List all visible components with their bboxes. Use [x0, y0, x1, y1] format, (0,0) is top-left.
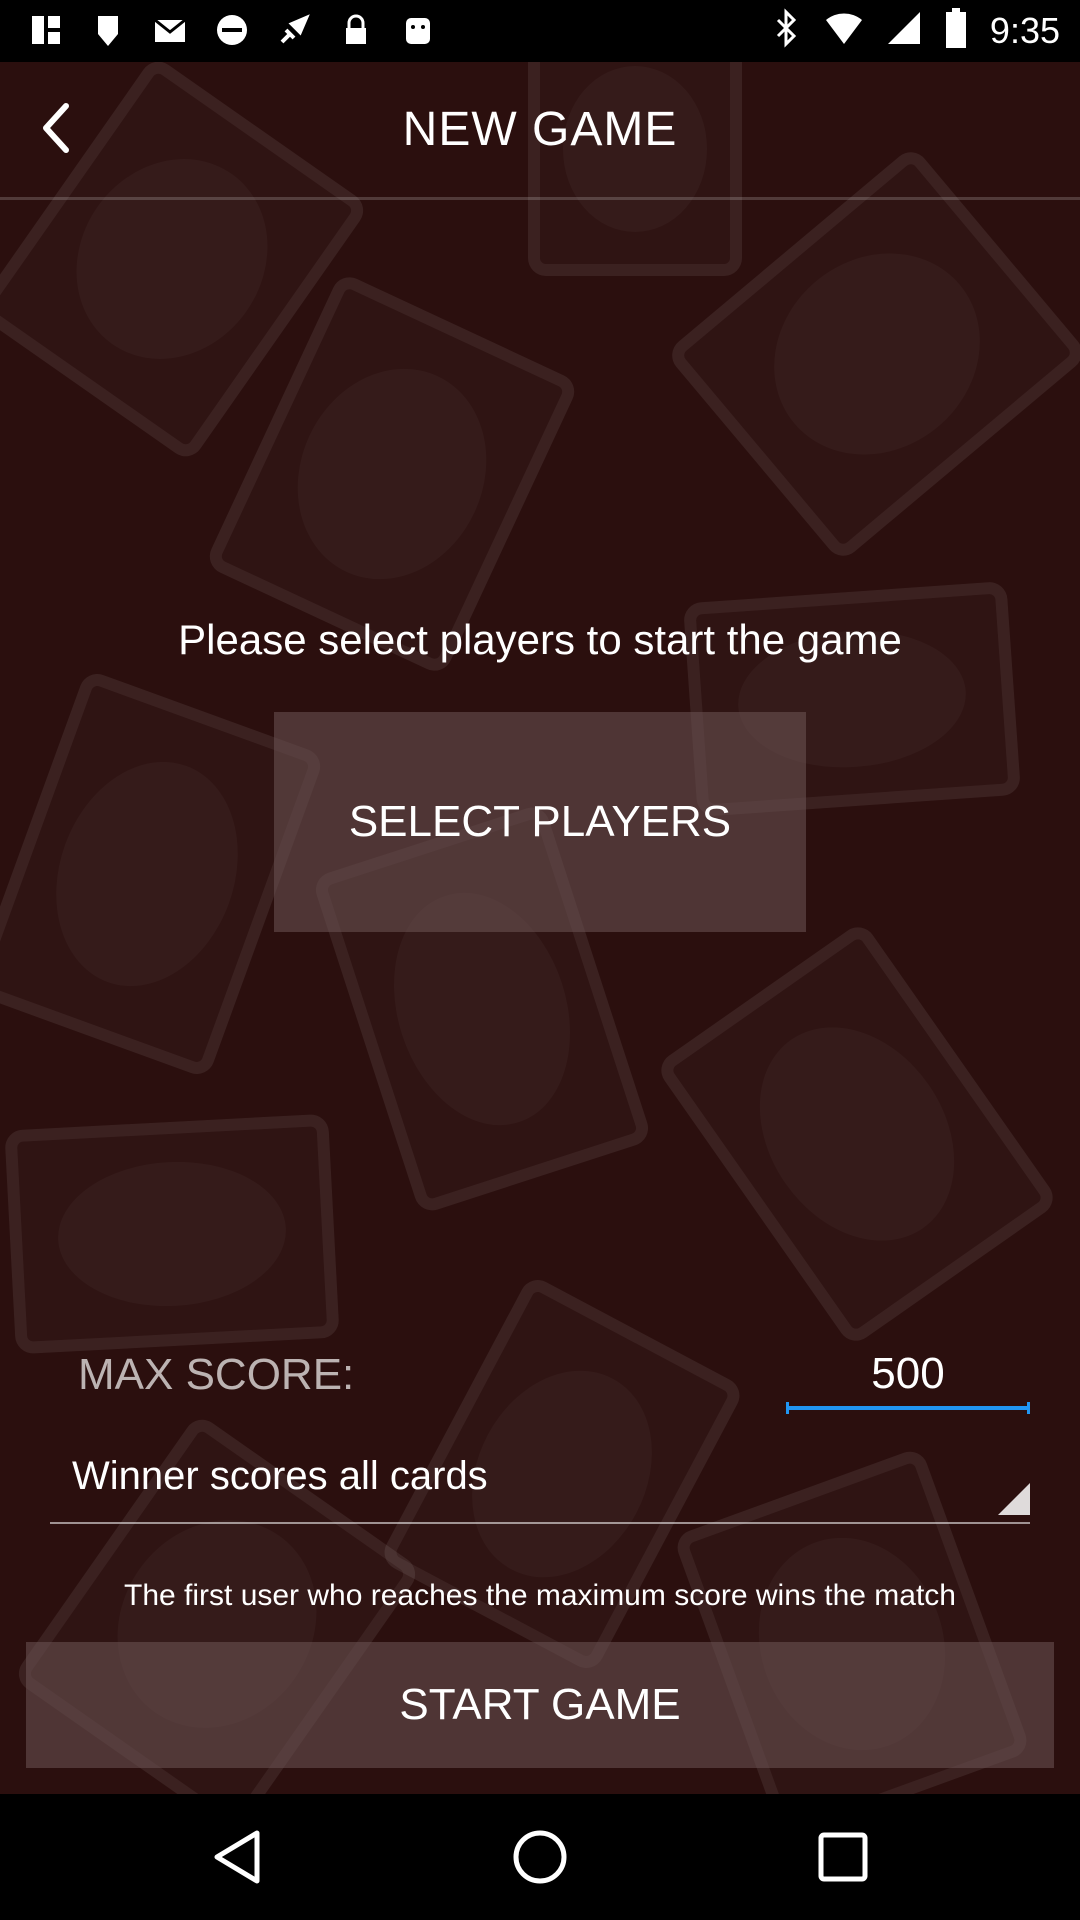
- status-time: 9:35: [989, 9, 1060, 51]
- select-players-label: SELECT PLAYERS: [348, 797, 732, 846]
- triangle-back-icon: [214, 1830, 260, 1884]
- status-icons-left: [26, 10, 438, 50]
- dropdown-corner-icon: [998, 1483, 1030, 1520]
- status-icons-right: 9:35: [772, 8, 1060, 53]
- page-title: NEW GAME: [402, 103, 678, 156]
- app-header: NEW GAME: [0, 62, 1080, 200]
- signal-icon: [886, 10, 922, 51]
- max-score-label: MAX SCORE:: [78, 1350, 355, 1399]
- navigation-bar: [0, 1794, 1080, 1920]
- square-recents-icon: [818, 1832, 868, 1882]
- blocked-icon: [212, 10, 252, 50]
- status-bar: 9:35: [0, 0, 1080, 62]
- max-score-input[interactable]: [786, 1342, 1030, 1410]
- android-icon: [398, 10, 438, 50]
- scoring-rule-selected: Winner scores all cards: [72, 1454, 488, 1498]
- background-card-decoration: [654, 920, 1060, 1348]
- circle-home-icon: [513, 1830, 567, 1884]
- mail-icon: [150, 10, 190, 50]
- select-players-button[interactable]: SELECT PLAYERS: [274, 712, 806, 932]
- max-score-input-underline: [786, 1402, 1030, 1414]
- battery-icon: [944, 8, 968, 53]
- select-players-prompt: Please select players to start the game: [178, 616, 902, 663]
- start-game-button[interactable]: START GAME: [26, 1642, 1054, 1768]
- lock-icon: [336, 10, 376, 50]
- nav-recents-button[interactable]: [810, 1824, 876, 1890]
- start-game-label: START GAME: [399, 1680, 681, 1729]
- background-card-decoration: [4, 1113, 340, 1355]
- nav-back-button[interactable]: [204, 1824, 270, 1890]
- notification-icon: [88, 10, 128, 50]
- app-screen: NEW GAME Please select players to start …: [0, 62, 1080, 1794]
- notification-icon: [26, 10, 66, 50]
- fake-gps-icon: [274, 10, 314, 50]
- scoring-rule-dropdown[interactable]: Winner scores all cards: [50, 1442, 1030, 1524]
- wifi-icon: [824, 10, 864, 51]
- scoring-rule-description: The first user who reaches the maximum s…: [124, 1579, 956, 1612]
- bluetooth-icon: [772, 8, 802, 53]
- nav-home-button[interactable]: [507, 1824, 573, 1890]
